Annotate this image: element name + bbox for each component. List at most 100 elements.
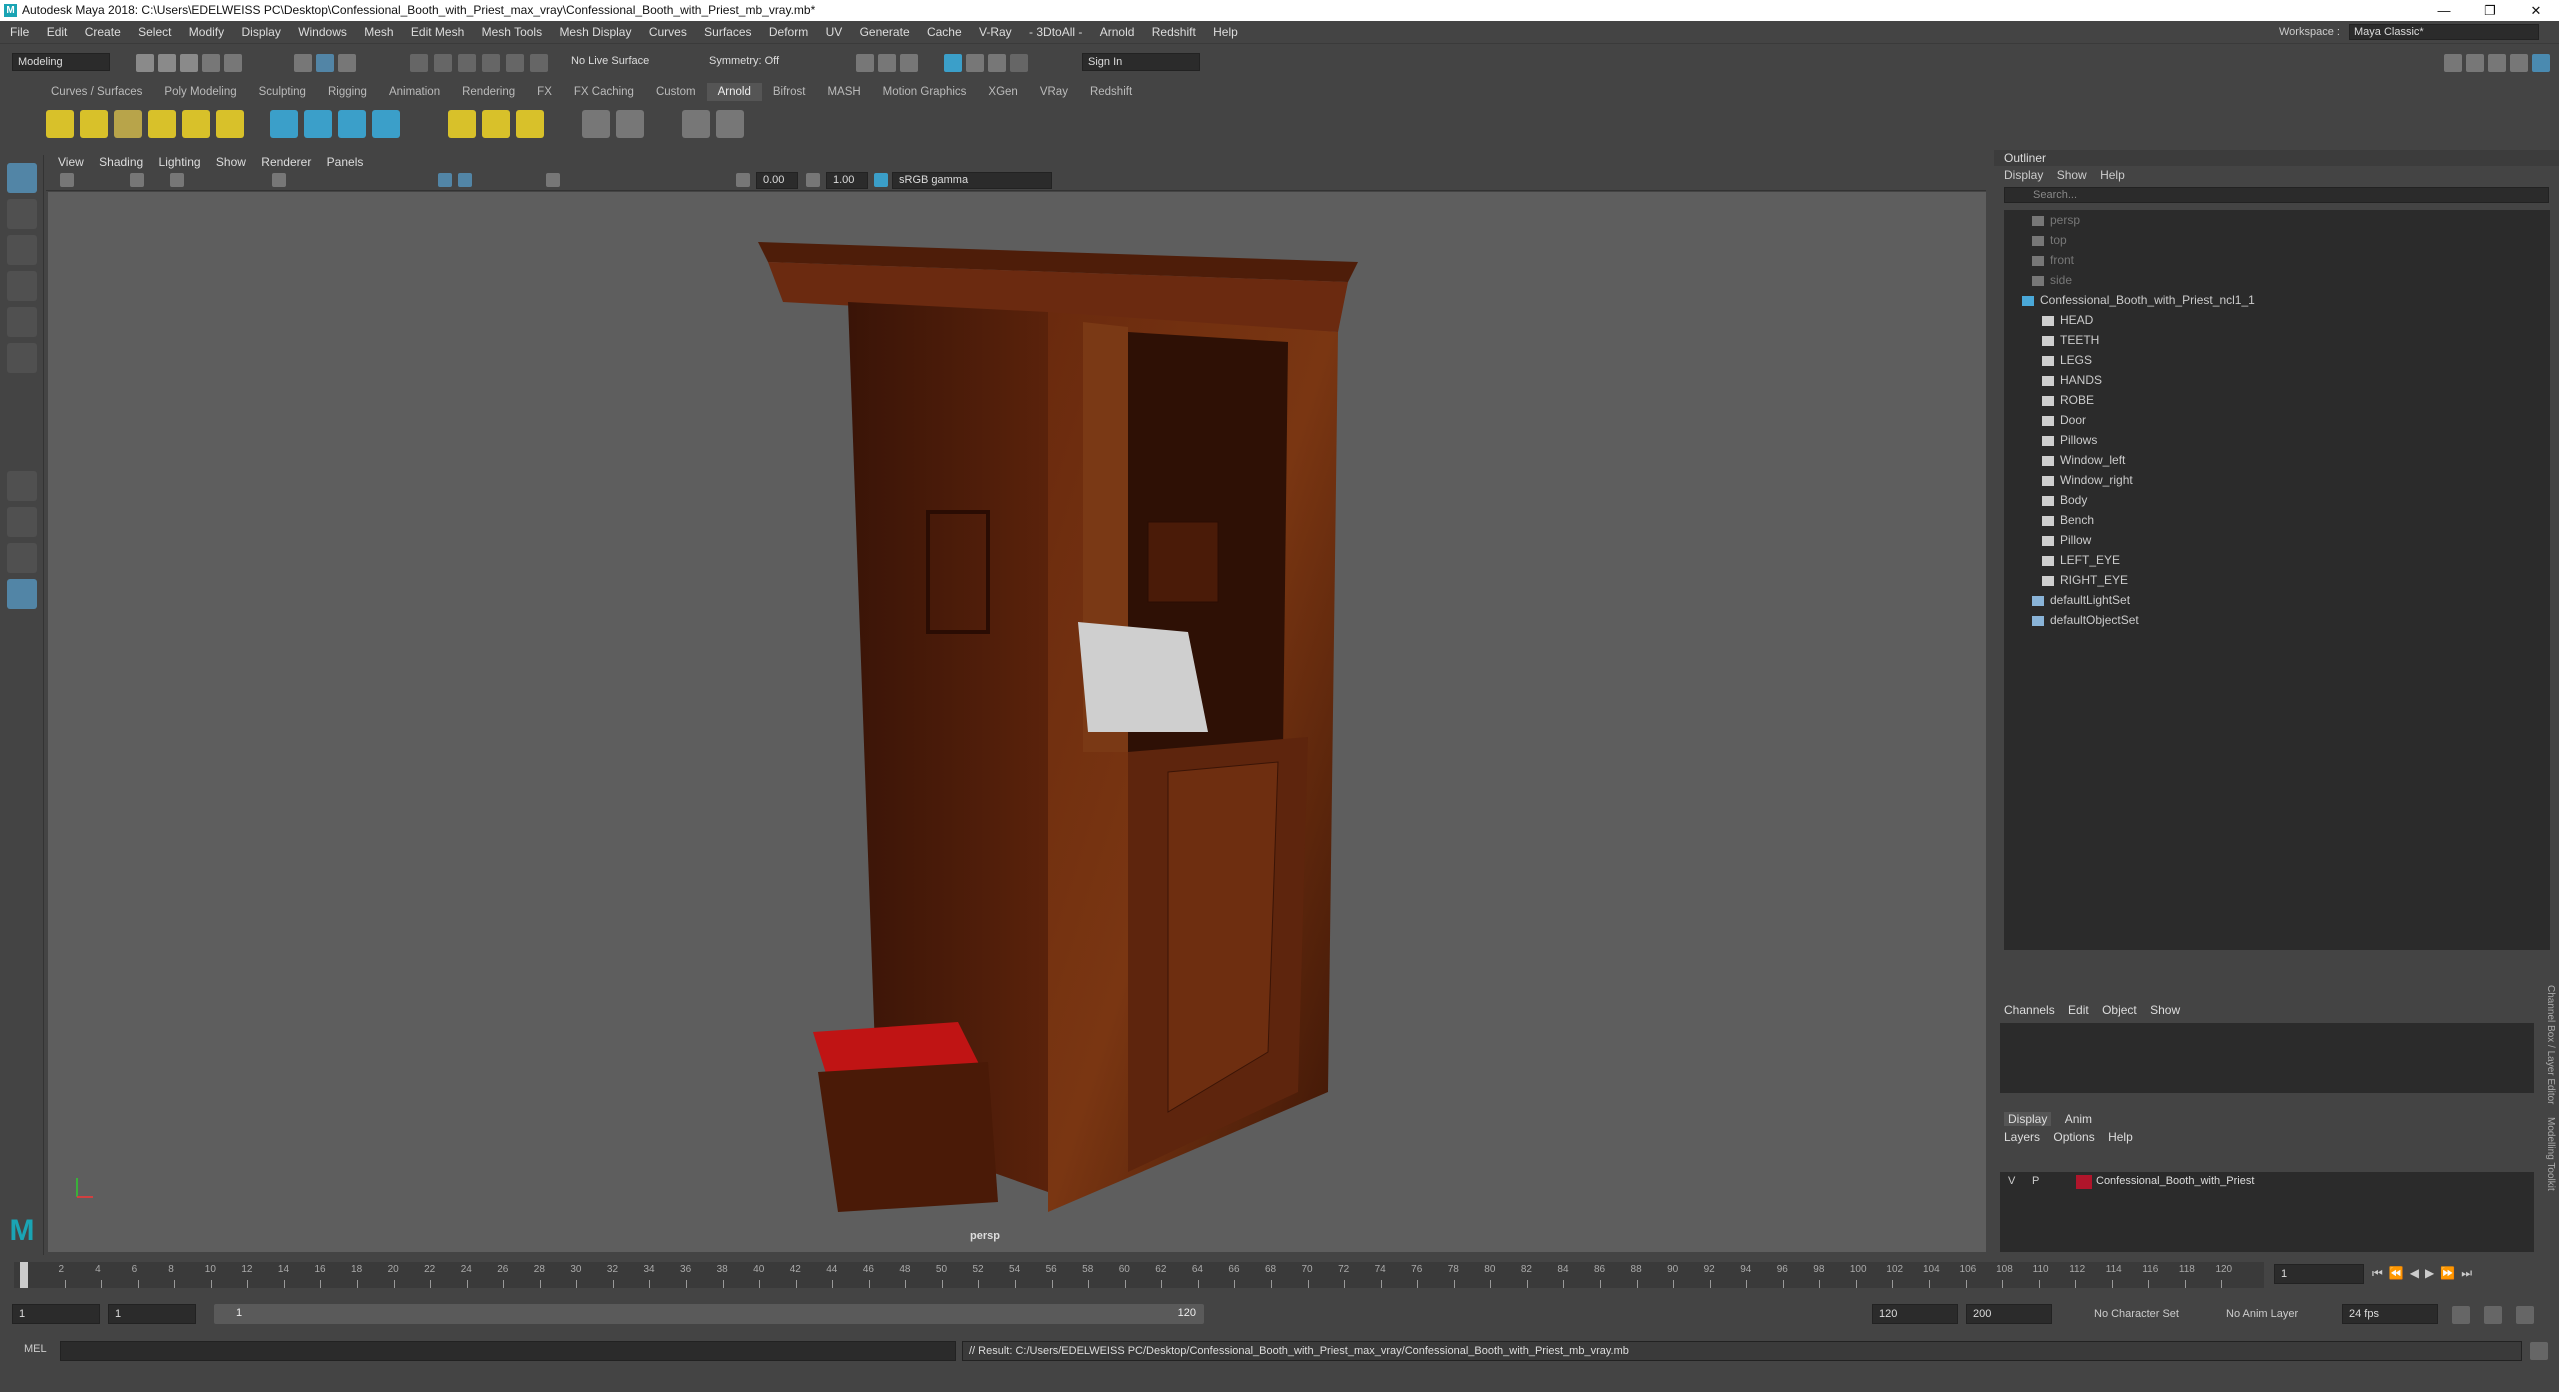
shelf-tab-animation[interactable]: Animation — [378, 83, 451, 101]
shelf-tab-fx-caching[interactable]: FX Caching — [563, 83, 645, 101]
play-backward-icon[interactable]: ◀ — [2410, 1266, 2425, 1280]
color-management-icon[interactable] — [874, 173, 888, 187]
shelf-tab-vray[interactable]: VRay — [1029, 83, 1079, 101]
shelf-tab-arnold[interactable]: Arnold — [706, 83, 762, 101]
outliner-menu-display[interactable]: Display — [2004, 168, 2043, 182]
outliner-item[interactable]: Window_left — [2042, 450, 2125, 470]
animation-end-field[interactable]: 200 — [1966, 1304, 2052, 1324]
four-view-layout-icon[interactable] — [7, 507, 37, 537]
scale-tool-icon[interactable] — [7, 343, 37, 373]
redo-icon[interactable] — [224, 54, 242, 72]
snap-curve-icon[interactable] — [434, 54, 452, 72]
current-frame-marker[interactable] — [20, 1262, 28, 1288]
exposure-icon[interactable] — [736, 173, 750, 187]
layer-menu-options[interactable]: Options — [2053, 1130, 2094, 1144]
menu-vray[interactable]: V-Ray — [979, 25, 1012, 39]
live-surface-field[interactable]: No Live Surface — [566, 53, 676, 71]
outliner-item[interactable]: Door — [2042, 410, 2086, 430]
tool-settings-icon[interactable] — [2510, 54, 2528, 72]
select-tool-icon[interactable] — [7, 163, 37, 193]
layer-name[interactable]: Confessional_Booth_with_Priest — [2096, 1175, 2254, 1187]
ipr-render-icon[interactable] — [900, 54, 918, 72]
character-controls-icon[interactable] — [2466, 54, 2484, 72]
arnold-ipr-icon[interactable] — [682, 110, 710, 138]
snap-surface-icon[interactable] — [530, 54, 548, 72]
menu-curves[interactable]: Curves — [649, 25, 687, 39]
layer-tab-display[interactable]: Display — [2004, 1112, 2052, 1126]
menu-mesh[interactable]: Mesh — [364, 25, 393, 39]
outliner-menu-help[interactable]: Help — [2100, 168, 2125, 182]
render-frame-icon[interactable] — [878, 54, 896, 72]
panel-menu-renderer[interactable]: Renderer — [261, 155, 311, 169]
menu-mesh-tools[interactable]: Mesh Tools — [482, 25, 542, 39]
channel-menu-channels[interactable]: Channels — [2004, 1003, 2055, 1017]
side-tab-modelling-toolkit[interactable]: Modelling Toolkit — [2545, 1117, 2556, 1191]
outliner-item[interactable]: ROBE — [2042, 390, 2094, 410]
shelf-tab-curves-surfaces[interactable]: Curves / Surfaces — [40, 83, 153, 101]
rotate-tool-icon[interactable] — [7, 307, 37, 337]
symmetry-dropdown[interactable]: Symmetry: Off — [704, 53, 814, 71]
pause-render-icon[interactable] — [1010, 54, 1028, 72]
view-transform-dropdown[interactable]: sRGB gamma — [892, 172, 1052, 189]
close-button[interactable]: ✕ — [2513, 0, 2559, 21]
panel-menu-lighting[interactable]: Lighting — [159, 155, 201, 169]
channel-box-area[interactable] — [2000, 1023, 2534, 1093]
shelf-tab-custom[interactable]: Custom — [645, 83, 707, 101]
outliner-item[interactable]: Body — [2042, 490, 2087, 510]
modeling-toolkit-icon[interactable] — [2444, 54, 2462, 72]
select-hierarchy-icon[interactable] — [294, 54, 312, 72]
snap-grid-icon[interactable] — [410, 54, 428, 72]
menu-edit-mesh[interactable]: Edit Mesh — [411, 25, 464, 39]
outliner-search-input[interactable]: Search... — [2004, 187, 2549, 203]
time-slider-track[interactable]: 2 4 6 8 10 12 14 16 18 20 22 24 26 28 30 32 34 36 38 40 42 44… — [14, 1262, 2264, 1288]
menu-select[interactable]: Select — [138, 25, 171, 39]
arnold-light-portal-icon[interactable] — [182, 110, 210, 138]
gamma-field[interactable]: 1.00 — [826, 172, 868, 189]
arnold-flush-cache-icon[interactable] — [516, 110, 544, 138]
save-scene-icon[interactable] — [180, 54, 198, 72]
arnold-curve-collector-icon[interactable] — [338, 110, 366, 138]
snap-point-icon[interactable] — [458, 54, 476, 72]
step-back-key-icon[interactable]: ⏪ — [2389, 1266, 2410, 1280]
snap-view-plane-icon[interactable] — [482, 54, 500, 72]
menu-create[interactable]: Create — [85, 25, 121, 39]
arnold-skydome-light-icon[interactable] — [80, 110, 108, 138]
layer-playback-toggle[interactable]: P — [2032, 1175, 2039, 1187]
hypershade-icon[interactable] — [944, 54, 962, 72]
playback-end-field[interactable]: 120 — [1872, 1304, 1958, 1324]
outliner-layout-icon[interactable] — [7, 579, 37, 609]
layer-visibility-toggle[interactable]: V — [2008, 1175, 2015, 1187]
arnold-standin-icon[interactable] — [270, 110, 298, 138]
outliner-item[interactable]: defaultObjectSet — [2032, 610, 2139, 630]
menu-mesh-display[interactable]: Mesh Display — [559, 25, 631, 39]
shelf-tab-sculpting[interactable]: Sculpting — [248, 83, 317, 101]
outliner-item[interactable]: defaultLightSet — [2032, 590, 2130, 610]
panel-menu-panels[interactable]: Panels — [327, 155, 364, 169]
perspective-viewport[interactable]: persp — [48, 192, 1986, 1252]
step-forward-key-icon[interactable]: ⏩ — [2440, 1266, 2461, 1280]
layer-menu-help[interactable]: Help — [2108, 1130, 2133, 1144]
menu-cache[interactable]: Cache — [927, 25, 962, 39]
attribute-editor-icon[interactable] — [2488, 54, 2506, 72]
render-view-icon[interactable] — [856, 54, 874, 72]
range-slider-bar[interactable]: 1 120 — [214, 1304, 1204, 1324]
shelf-tab-fx[interactable]: FX — [526, 83, 563, 101]
menu-generate[interactable]: Generate — [860, 25, 910, 39]
go-to-start-icon[interactable]: ⏮ — [2372, 1266, 2389, 1280]
smooth-shade-icon[interactable] — [458, 173, 472, 187]
minimize-button[interactable]: — — [2421, 0, 2467, 21]
make-live-icon[interactable] — [506, 54, 524, 72]
outliner-menu-show[interactable]: Show — [2057, 168, 2087, 182]
outliner-item[interactable]: RIGHT_EYE — [2042, 570, 2128, 590]
outliner-persp-layout-icon[interactable] — [7, 543, 37, 573]
time-slider[interactable]: 2 4 6 8 10 12 14 16 18 20 22 24 26 28 30 32 34 36 38 40 42 44… — [0, 1258, 2559, 1292]
outliner-item[interactable]: Bench — [2042, 510, 2094, 530]
image-plane-icon[interactable] — [170, 173, 184, 187]
grid-toggle-icon[interactable] — [272, 173, 286, 187]
shelf-tab-poly-modeling[interactable]: Poly Modeling — [153, 83, 247, 101]
command-input[interactable] — [60, 1341, 956, 1361]
arnold-material-icon[interactable] — [582, 110, 610, 138]
arnold-mesh-light-icon[interactable] — [114, 110, 142, 138]
outliner-item[interactable]: TEETH — [2042, 330, 2099, 350]
side-tab-channel-box[interactable]: Channel Box / Layer Editor — [2545, 985, 2556, 1105]
